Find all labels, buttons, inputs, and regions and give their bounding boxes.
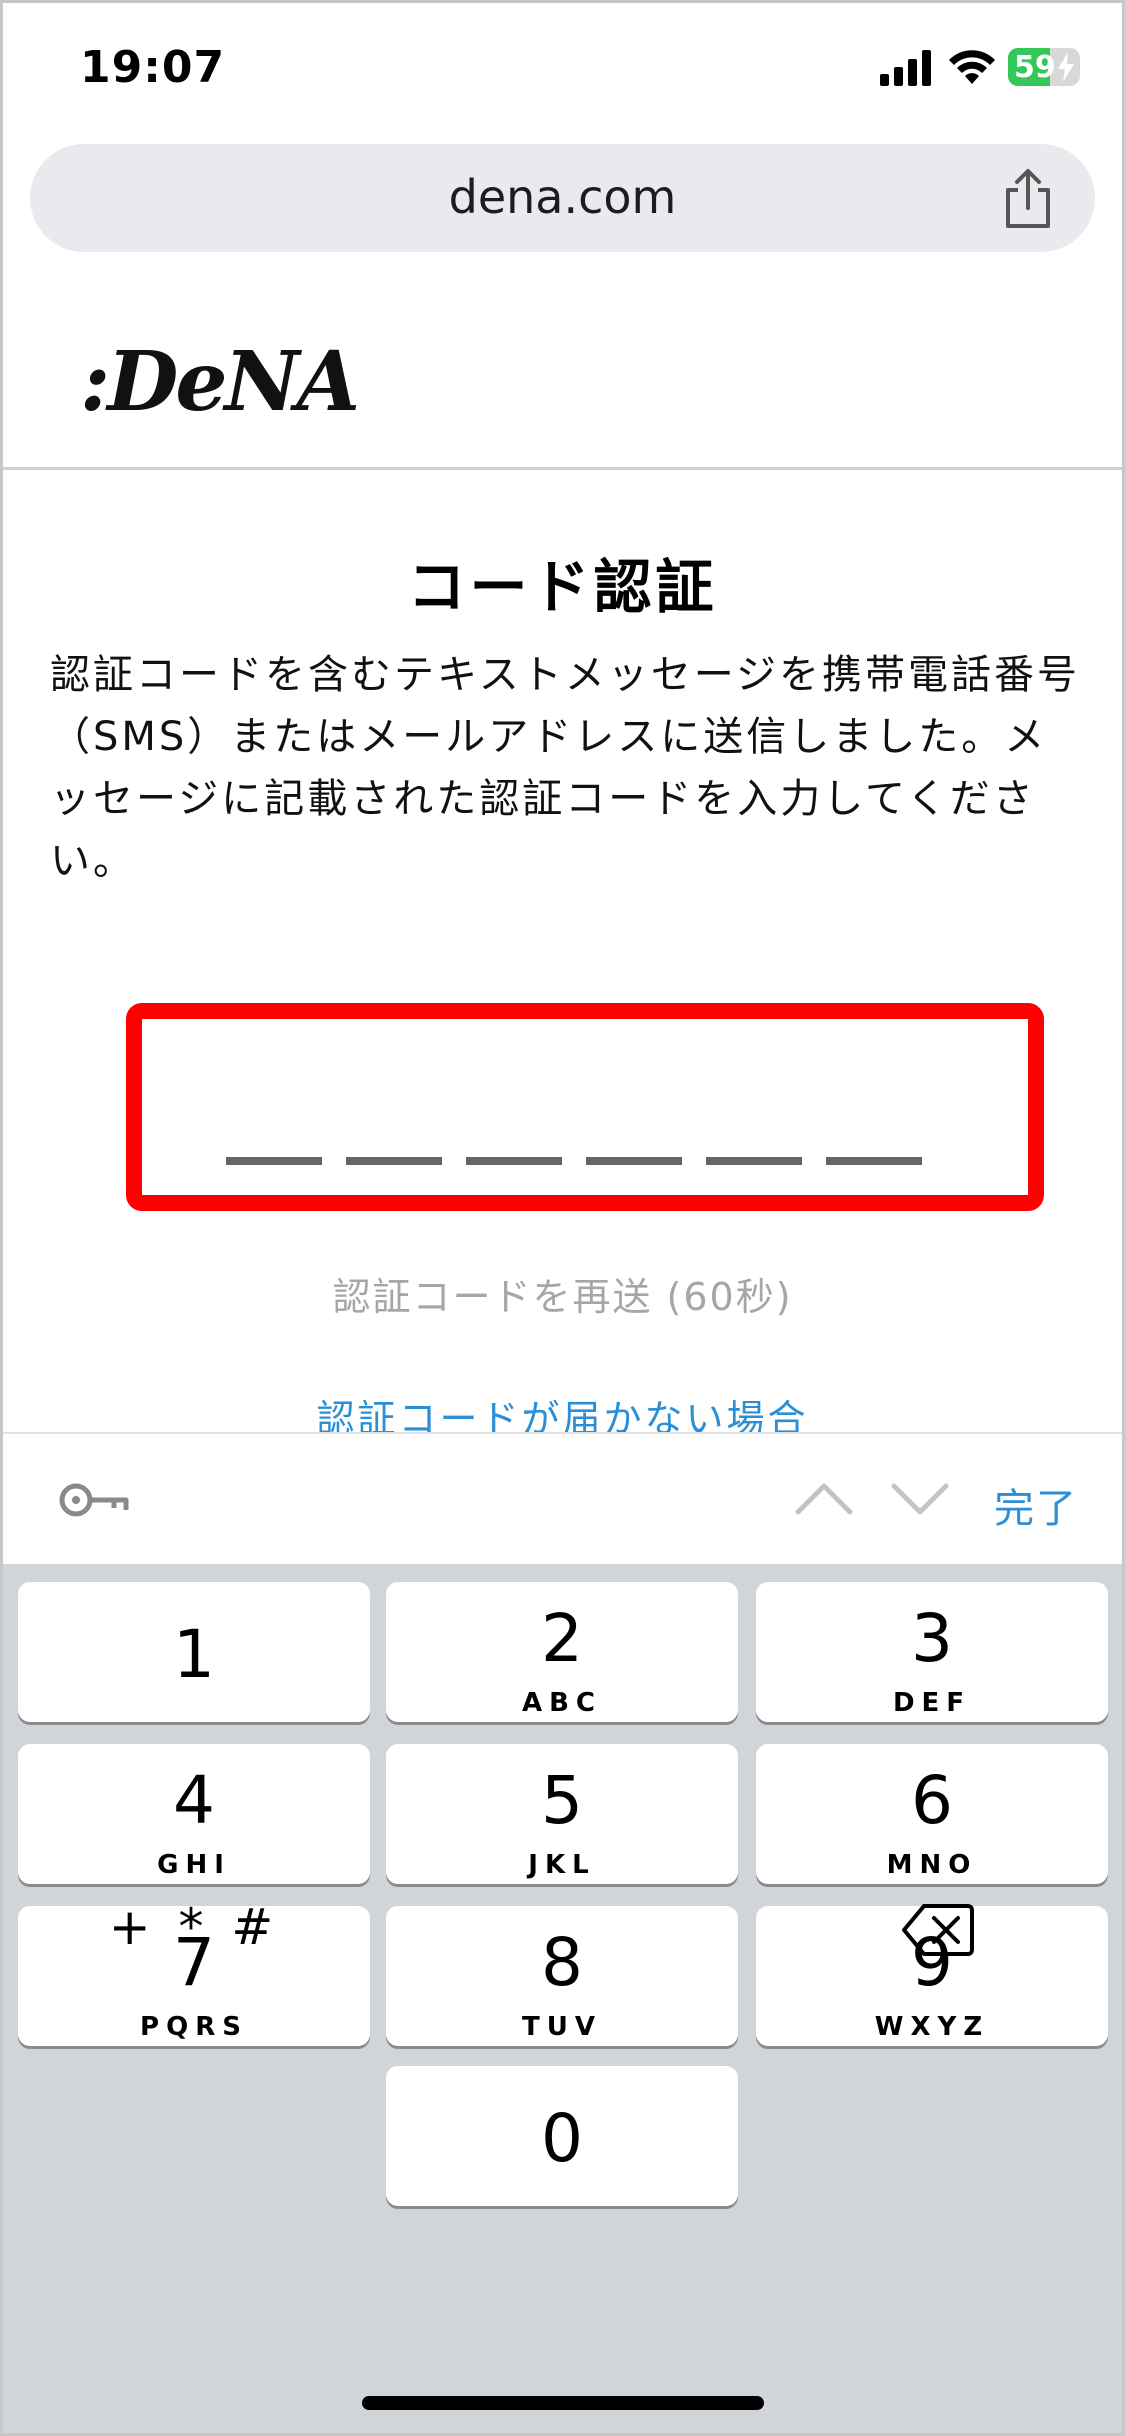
delete-key[interactable] bbox=[756, 1862, 1108, 2002]
key-digit-label: 6 bbox=[911, 1762, 953, 1839]
wifi-icon bbox=[949, 50, 995, 84]
key-letters-label: JKL bbox=[528, 1850, 596, 1880]
key-digit-label: 0 bbox=[541, 2100, 583, 2177]
code-digit-slot bbox=[226, 1157, 322, 1165]
charging-bolt-icon bbox=[1058, 52, 1074, 82]
page-title: コード認証 bbox=[407, 553, 718, 621]
code-not-received-link[interactable]: 認証コードが届かない場合 bbox=[0, 1388, 1125, 1432]
key-letters-label: TUV bbox=[522, 2012, 602, 2042]
key-letters-label: WXYZ bbox=[874, 2012, 990, 2042]
key-2[interactable]: 2 ABC bbox=[386, 1582, 738, 1722]
code-digit-slot bbox=[466, 1157, 562, 1165]
dena-logo[interactable]: :DeNA bbox=[80, 334, 360, 430]
address-bar[interactable]: dena.com bbox=[30, 144, 1095, 252]
cellular-signal-icon bbox=[880, 50, 931, 86]
key-letters-label: DEF bbox=[892, 1688, 972, 1718]
key-digit-label: 2 bbox=[541, 1600, 583, 1677]
key-letters-label: PQRS bbox=[140, 2012, 248, 2042]
key-letters-label: ABC bbox=[521, 1688, 603, 1718]
key-0[interactable]: 0 bbox=[386, 2066, 738, 2206]
chevron-down-icon[interactable] bbox=[890, 1480, 950, 1520]
code-digit-slot bbox=[706, 1157, 802, 1165]
code-digit-slot bbox=[586, 1157, 682, 1165]
key-digit-label: 3 bbox=[911, 1600, 953, 1677]
key-digit-label: 5 bbox=[541, 1762, 583, 1839]
resend-code-button[interactable]: 認証コードを再送 (60秒) bbox=[0, 1266, 1125, 1321]
key-8[interactable]: 8 TUV bbox=[386, 1906, 738, 2046]
symbols-label: + * # bbox=[108, 1898, 280, 1956]
key-digit-label: 4 bbox=[173, 1762, 215, 1839]
code-digit-slot bbox=[346, 1157, 442, 1165]
share-icon[interactable] bbox=[998, 168, 1058, 230]
key-5[interactable]: 5 JKL bbox=[386, 1744, 738, 1884]
keyboard-accessory-bar: 完了 bbox=[0, 1432, 1125, 1564]
code-digit-slot bbox=[826, 1157, 922, 1165]
key-digit-label: 8 bbox=[541, 1924, 583, 2001]
key-icon[interactable] bbox=[58, 1478, 130, 1522]
key-1[interactable]: 1 bbox=[18, 1582, 370, 1722]
logo-text: :DeNA bbox=[80, 334, 360, 430]
delete-icon bbox=[902, 1904, 974, 1956]
battery-indicator: 59 bbox=[1008, 48, 1080, 86]
battery-percent: 59 bbox=[1014, 50, 1056, 85]
key-digit-label: 1 bbox=[173, 1616, 215, 1693]
status-bar: 19:07 59 bbox=[0, 0, 1125, 130]
site-header: :DeNA bbox=[0, 290, 1125, 470]
symbols-key[interactable]: + * # bbox=[18, 1862, 370, 2002]
instruction-text: 認証コードを含むテキストメッセージを携帯電話番号（SMS）またはメールアドレスに… bbox=[50, 652, 1080, 884]
url-text[interactable]: dena.com bbox=[30, 170, 1095, 224]
home-indicator[interactable] bbox=[362, 2396, 764, 2410]
key-3[interactable]: 3 DEF bbox=[756, 1582, 1108, 1722]
chevron-up-icon[interactable] bbox=[794, 1478, 854, 1518]
verification-code-input[interactable] bbox=[126, 1003, 1044, 1211]
done-button[interactable]: 完了 bbox=[994, 1476, 1078, 1534]
status-time: 19:07 bbox=[80, 42, 226, 93]
